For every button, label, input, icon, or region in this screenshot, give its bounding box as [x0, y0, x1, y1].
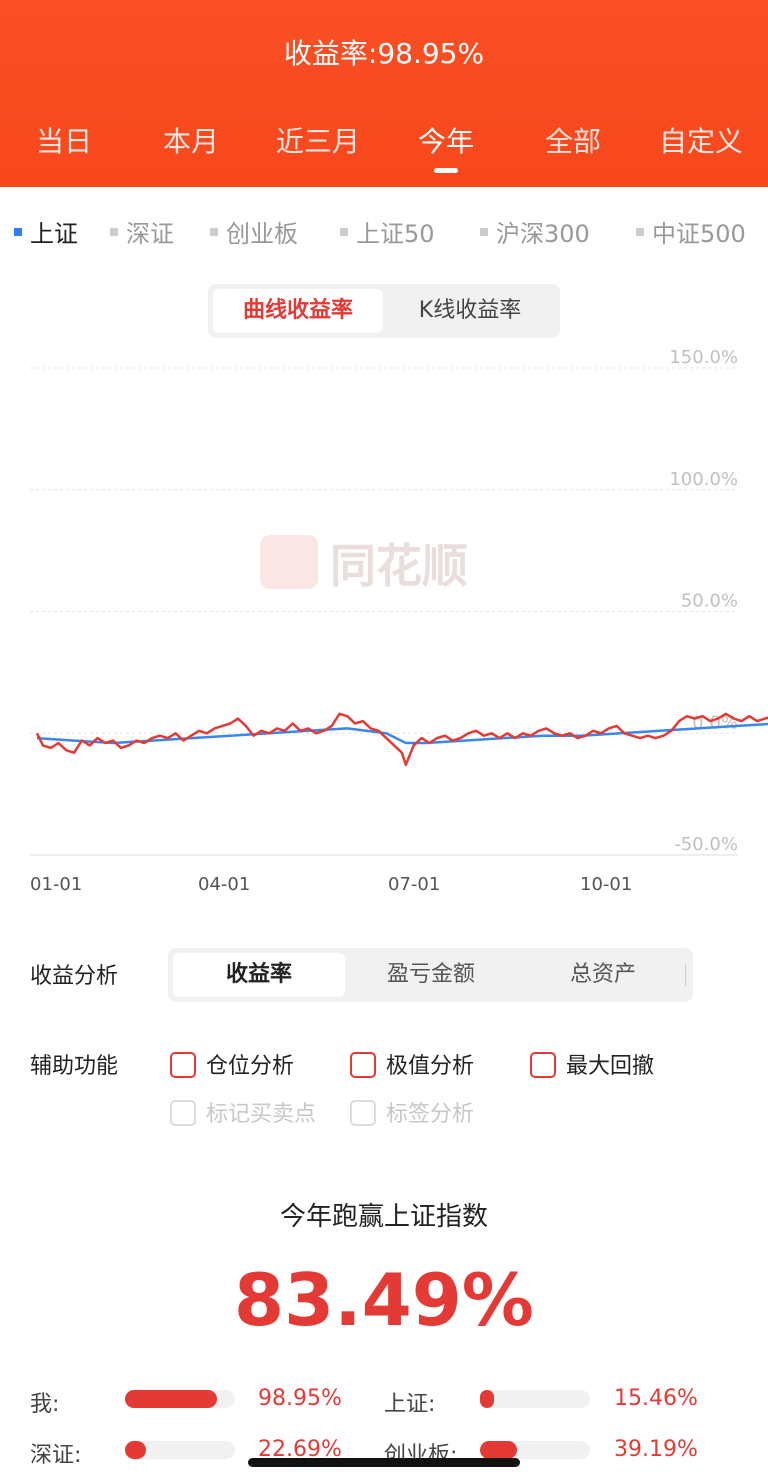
index-csi500[interactable]: 中证500 — [636, 214, 746, 249]
kline-return-button[interactable]: K线收益率 — [385, 289, 555, 333]
watermark: 同花顺 — [260, 535, 468, 593]
compare-label-shanghai: 上证: — [384, 1392, 436, 1417]
return-rate-button[interactable]: 收益率 — [173, 953, 345, 997]
watermark-text: 同花顺 — [330, 539, 468, 593]
index-chinext[interactable]: 创业板 — [210, 214, 298, 249]
legend-square-icon — [636, 228, 644, 236]
y-tick-label: -50.0% — [674, 834, 738, 855]
compare-bar-shenzhen — [125, 1441, 235, 1459]
tag-analysis-checkbox[interactable]: 标签分析 — [350, 1096, 474, 1128]
curve-return-button[interactable]: 曲线收益率 — [213, 289, 383, 333]
compare-value-chinext: 39.19% — [614, 1437, 698, 1462]
checkbox-icon — [350, 1100, 376, 1126]
tab-today[interactable]: 当日 — [4, 120, 124, 160]
legend-square-icon — [14, 228, 22, 236]
index-selector: 上证 深证 创业板 上证50 沪深300 中证500 — [0, 214, 768, 250]
y-tick-label: 50.0% — [681, 591, 738, 612]
compare-label-me: 我: — [30, 1392, 60, 1417]
compare-bar-fill — [480, 1441, 517, 1459]
compare-bar-fill — [125, 1390, 217, 1408]
return-chart: 150.0% 100.0% 50.0% 0.0% -50.0% 同花顺 01-01 04-… — [30, 347, 768, 895]
compare-bar-fill — [480, 1390, 494, 1408]
analysis-label: 收益分析 — [30, 964, 119, 989]
index-sse50[interactable]: 上证50 — [340, 214, 435, 249]
tab-this-month[interactable]: 本月 — [131, 120, 251, 160]
aux-label: 辅助功能 — [30, 1054, 119, 1079]
index-shenzhen[interactable]: 深证 — [110, 214, 174, 249]
tab-last-three-months[interactable]: 近三月 — [258, 120, 378, 160]
legend-square-icon — [110, 228, 118, 236]
y-tick-label: 100.0% — [669, 469, 738, 490]
legend-square-icon — [480, 228, 488, 236]
x-tick-label: 10-01 — [580, 874, 632, 895]
tab-all[interactable]: 全部 — [513, 120, 633, 160]
profit-rate-title: 收益率:98.95% — [283, 37, 485, 70]
y-tick-label: 150.0% — [669, 347, 738, 368]
home-indicator[interactable] — [248, 1458, 520, 1467]
header: 收益率:98.95% 当日 本月 近三月 今年 全部 自定义 — [0, 0, 768, 187]
compare-bar-me — [125, 1390, 235, 1408]
compare-value-me: 98.95% — [258, 1386, 342, 1411]
legend-square-icon — [340, 228, 348, 236]
compare-value-shanghai: 15.46% — [614, 1386, 698, 1411]
x-tick-label: 04-01 — [198, 874, 250, 895]
x-tick-label: 01-01 — [30, 874, 82, 895]
tab-this-year[interactable]: 今年 — [386, 120, 506, 160]
series-line — [35, 712, 768, 767]
compare-bar-chinext — [480, 1441, 590, 1459]
checkbox-icon — [170, 1052, 196, 1078]
mark-trades-checkbox[interactable]: 标记买卖点 — [170, 1096, 316, 1128]
index-shanghai[interactable]: 上证 — [14, 214, 78, 249]
watermark-logo-icon — [260, 535, 318, 589]
x-tick-label: 07-01 — [388, 874, 440, 895]
checkbox-icon — [170, 1100, 196, 1126]
analysis-toggle: 收益率 盈亏金额 总资产 — [168, 948, 693, 1002]
outperform-title: 今年跑赢上证指数 — [279, 1202, 488, 1232]
total-assets-button[interactable]: 总资产 — [517, 953, 689, 997]
compare-bar-fill — [125, 1441, 146, 1459]
chart-mode-toggle: 曲线收益率 K线收益率 — [208, 284, 560, 338]
profit-loss-button[interactable]: 盈亏金额 — [345, 953, 517, 997]
active-tab-indicator — [434, 168, 458, 173]
extreme-analysis-checkbox[interactable]: 极值分析 — [350, 1048, 474, 1080]
y-tick-label: 0.0% — [692, 712, 738, 733]
max-drawdown-checkbox[interactable]: 最大回撤 — [530, 1048, 654, 1080]
index-csi300[interactable]: 沪深300 — [480, 214, 590, 249]
compare-label-shenzhen: 深证: — [30, 1443, 82, 1468]
checkbox-icon — [350, 1052, 376, 1078]
tab-custom[interactable]: 自定义 — [641, 120, 761, 160]
checkbox-icon — [530, 1052, 556, 1078]
outperform-value: 83.49% — [234, 1258, 534, 1342]
legend-square-icon — [210, 228, 218, 236]
series-line — [36, 722, 768, 745]
position-analysis-checkbox[interactable]: 仓位分析 — [170, 1048, 294, 1080]
period-tabs: 当日 本月 近三月 今年 全部 自定义 — [0, 120, 768, 160]
compare-bar-shanghai — [480, 1390, 590, 1408]
